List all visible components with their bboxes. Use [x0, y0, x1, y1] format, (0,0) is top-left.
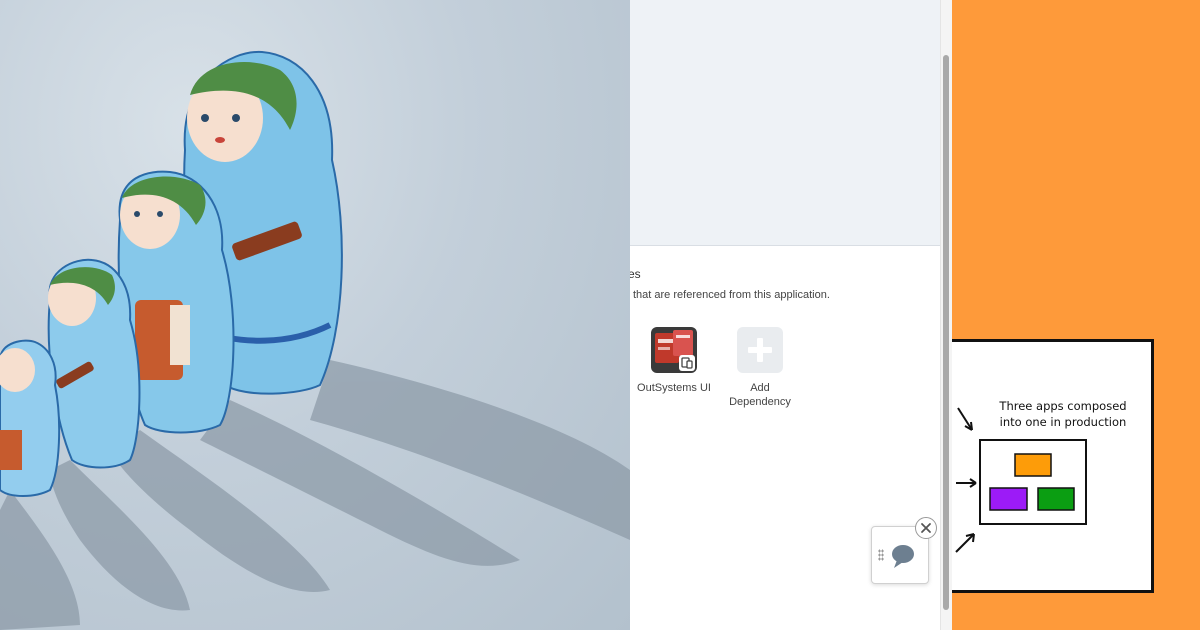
- app-box-purple: [989, 487, 1028, 511]
- app-box-green: [1037, 487, 1075, 511]
- scrollbar-thumb[interactable]: [943, 55, 949, 610]
- doll-small: [47, 258, 141, 469]
- doll-tiny: [0, 339, 61, 497]
- whiteboard-sketch: Three apps composed into one in producti…: [952, 339, 1154, 593]
- composition-diagram: [955, 407, 1087, 553]
- close-icon[interactable]: [915, 517, 937, 539]
- app-box-orange: [1014, 453, 1052, 477]
- dependency-label: OutSystems UI: [637, 382, 711, 394]
- add-dependency-label-line1: Add: [750, 382, 770, 394]
- plus-icon: [737, 327, 783, 373]
- outsystems-ui-icon: [651, 327, 697, 373]
- matryoshka-illustration: [0, 50, 630, 630]
- dependency-outsystems-ui[interactable]: OutSystems UI: [634, 327, 714, 395]
- add-dependency-label-line2: Dependency: [729, 396, 791, 408]
- add-dependency-button[interactable]: Add Dependency: [722, 327, 798, 409]
- preview-area: [630, 0, 942, 246]
- section-heading: es: [630, 267, 641, 281]
- section-description: that are referenced from this applicatio…: [633, 289, 830, 301]
- matryoshka-photo: [0, 0, 630, 630]
